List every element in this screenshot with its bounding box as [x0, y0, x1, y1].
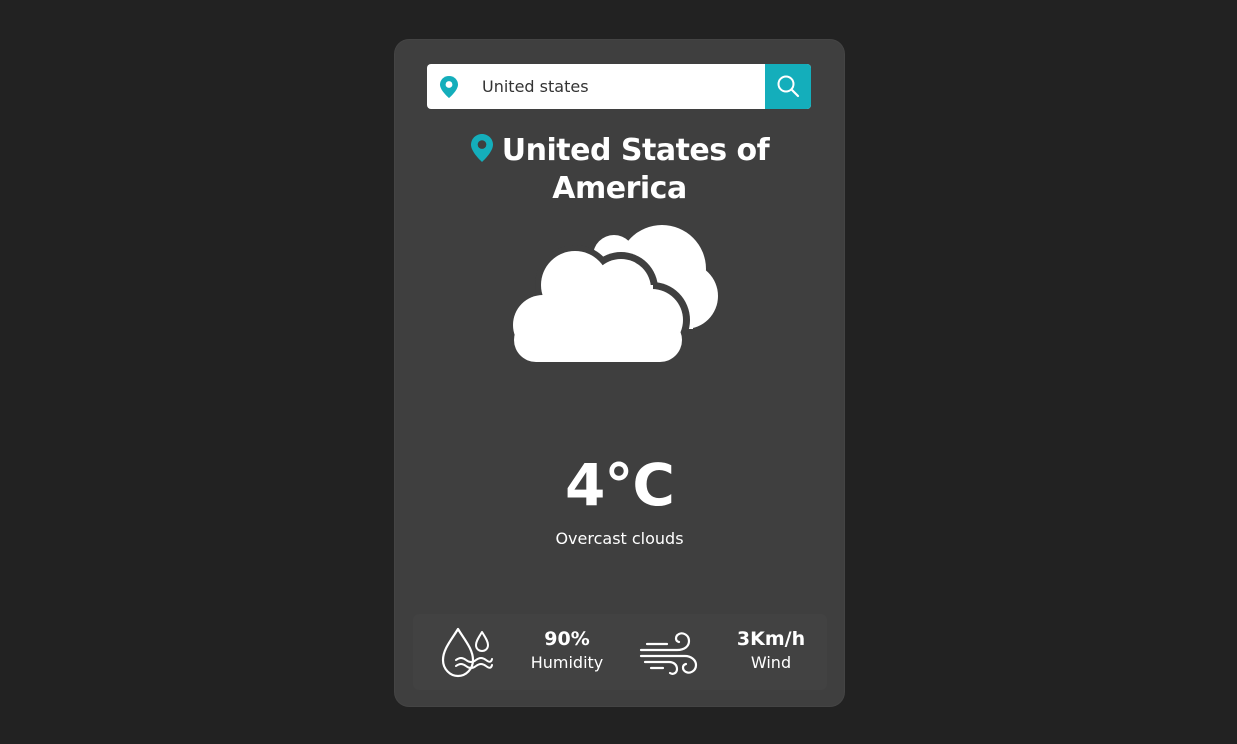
map-pin-icon	[439, 75, 459, 99]
location-title: United States of America	[425, 132, 814, 208]
wind-icon	[639, 630, 699, 680]
map-pin-icon	[470, 133, 494, 163]
humidity-value: 90%	[544, 628, 590, 650]
temperature: 4°C	[565, 451, 675, 519]
cloud-icon	[513, 223, 727, 365]
wind-label: Wind	[750, 653, 792, 672]
location-name: United States of America	[501, 133, 770, 206]
weather-card: United States of America	[395, 40, 844, 706]
search-bar	[427, 64, 811, 109]
wind-value: 3Km/h	[736, 628, 806, 650]
search-button[interactable]	[765, 64, 811, 109]
weather-stats: 90% Humidity 3Km/h Wind	[413, 614, 827, 690]
weather-description: Overcast clouds	[555, 529, 684, 548]
search-input[interactable]	[482, 64, 752, 109]
humidity-icon	[439, 626, 493, 682]
humidity-label: Humidity	[530, 653, 604, 672]
